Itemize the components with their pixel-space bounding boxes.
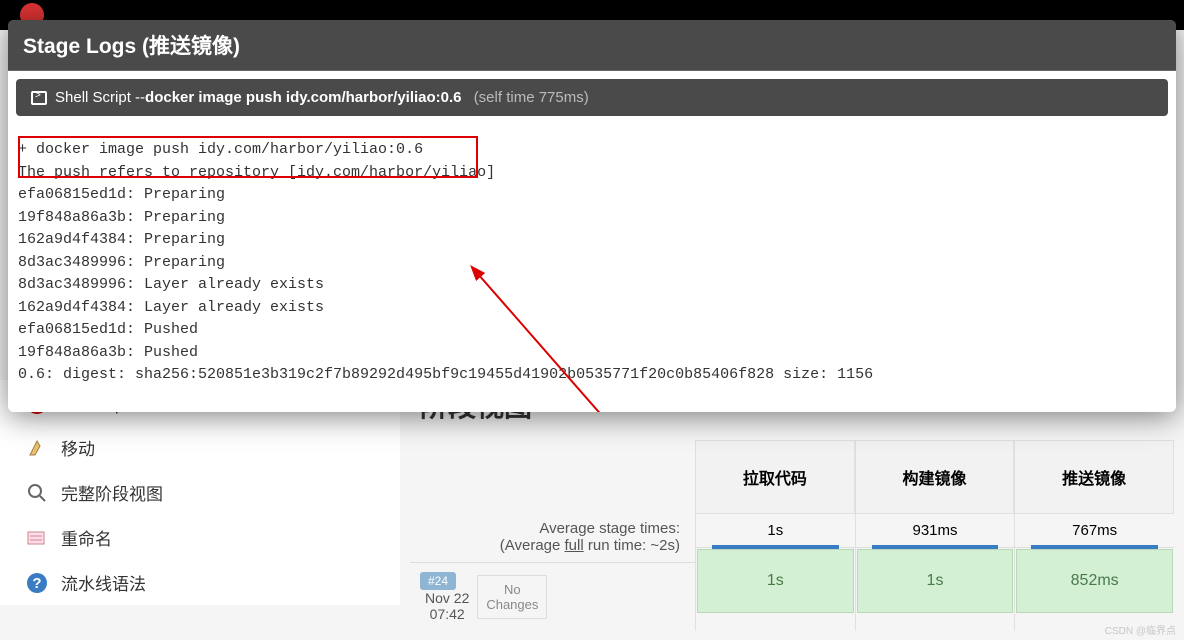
log-line: 162a9d4f4384: Layer already exists [18,297,1166,320]
log-line: 8d3ac3489996: Preparing [18,252,1166,275]
modal-subtitle[interactable]: Shell Script -- docker image push idy.co… [16,79,1168,116]
modal-title: Stage Logs (推送镜像) [8,20,1176,71]
stage-logs-modal: Stage Logs (推送镜像) Shell Script -- docker… [8,20,1176,412]
modal-overlay: Stage Logs (推送镜像) Shell Script -- docker… [0,0,1184,640]
log-line: 8d3ac3489996: Layer already exists [18,274,1166,297]
terminal-icon [31,91,47,105]
log-line: 19f848a86a3b: Pushed [18,342,1166,365]
log-line: 19f848a86a3b: Preparing [18,207,1166,230]
log-line: + docker image push idy.com/harbor/yilia… [18,139,1166,162]
watermark: CSDN @临界点 [1105,622,1176,637]
subtitle-cmd: docker image push idy.com/harbor/yiliao:… [145,89,461,106]
log-line: 0.6: digest: sha256:520851e3b319c2f7b892… [18,364,1166,387]
log-line: efa06815ed1d: Pushed [18,319,1166,342]
self-time [466,89,470,106]
log-line: The push refers to repository [idy.com/h… [18,162,1166,185]
log-line: efa06815ed1d: Preparing [18,184,1166,207]
subtitle-prefix: Shell Script -- [55,89,145,106]
log-body: + docker image push idy.com/harbor/yilia… [8,124,1176,412]
log-line: 162a9d4f4384: Preparing [18,229,1166,252]
